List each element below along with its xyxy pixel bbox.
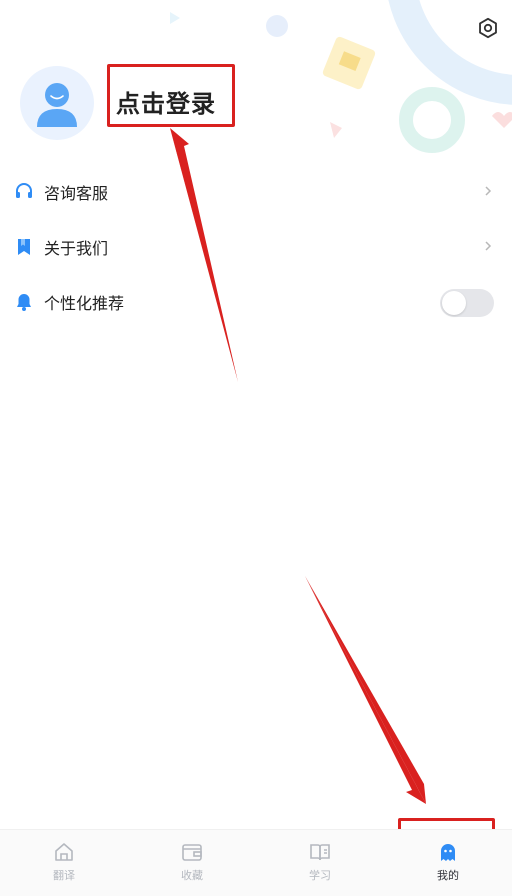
bell-icon [14,292,34,312]
menu-item-label: 个性化推荐 [44,293,125,313]
tab-study[interactable]: 学习 [256,830,384,896]
personalized-recommendation-toggle[interactable] [440,289,494,317]
book-icon [308,840,332,864]
user-avatar-icon [37,83,77,127]
ghost-profile-icon [436,840,460,864]
headset-icon [14,182,34,202]
chevron-right-icon [485,241,492,251]
gear-icon [479,17,497,39]
tab-translate[interactable]: 翻译 [0,830,128,896]
menu-item-label: 关于我们 [44,238,109,258]
tab-label: 我的 [437,869,459,882]
wallet-icon [180,840,204,864]
tab-mine[interactable]: 我的 [384,830,512,896]
menu-item-customer-service[interactable]: 咨询客服 [0,164,512,219]
bookmark-icon [14,237,34,257]
home-icon [52,840,76,864]
toggle-knob [442,291,466,315]
tab-label: 学习 [309,869,331,882]
settings-button[interactable] [474,14,502,42]
menu-item-about-us[interactable]: 关于我们 [0,219,512,274]
annotation-box-login [107,64,235,127]
tab-label: 收藏 [181,869,203,882]
menu-item-label: 咨询客服 [44,183,109,203]
chevron-right-icon [485,186,492,196]
menu-item-personalized-recommendation: 个性化推荐 [0,274,512,329]
avatar[interactable] [20,66,94,140]
tab-favorites[interactable]: 收藏 [128,830,256,896]
menu-list: 咨询客服 关于我们 个性化推荐 [0,164,512,329]
bottom-tab-bar: 翻译 收藏 学习 我的 [0,829,512,896]
tab-label: 翻译 [53,869,75,882]
